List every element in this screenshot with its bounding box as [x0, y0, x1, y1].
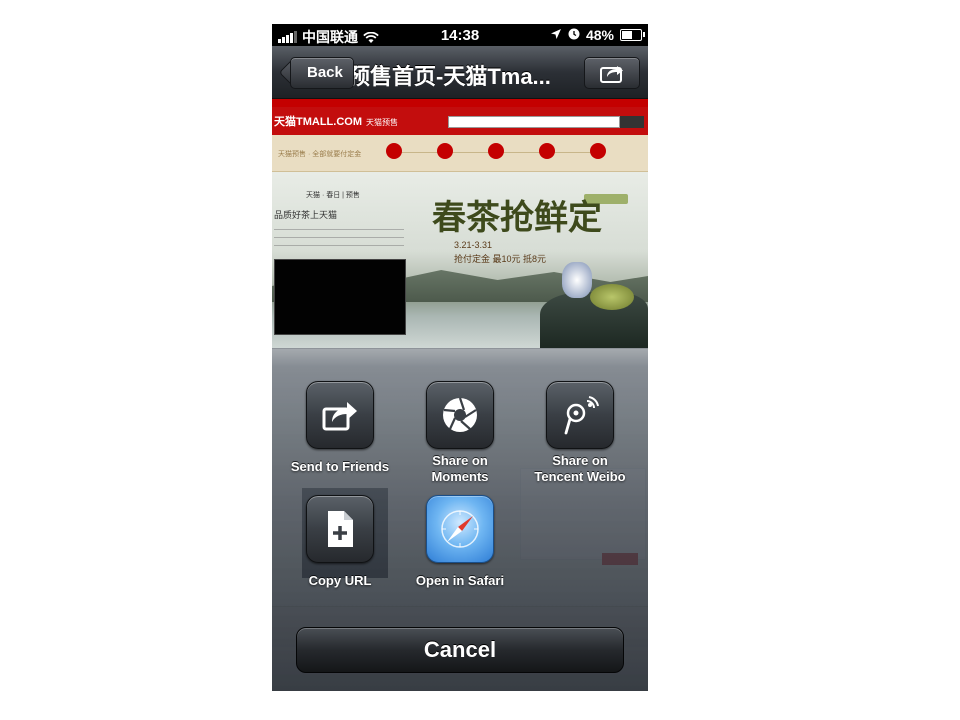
share-on-moments-action[interactable]: Share on Moments	[400, 381, 520, 485]
copy-url-tile[interactable]	[306, 495, 374, 563]
share-on-tencent-weibo-tile[interactable]	[546, 381, 614, 449]
promo-paragraph	[274, 224, 404, 252]
share-on-moments-tile[interactable]	[426, 381, 494, 449]
send-to-friends-label: Send to Friends	[290, 459, 390, 474]
share-on-tencent-weibo-action[interactable]: Share on Tencent Weibo	[520, 381, 640, 485]
send-to-friends-tile[interactable]	[306, 381, 374, 449]
tmall-logo: 天猫TMALL.COM 天猫预售	[274, 113, 398, 129]
banner-title: 春茶抢鲜定	[432, 198, 602, 238]
share-on-moments-label: Share on Moments	[431, 453, 489, 484]
promo-heading: 品质好茶上天猫	[274, 210, 338, 220]
navigation-bar: Back 预售首页-天猫Tma...	[272, 46, 648, 99]
step-dot	[539, 143, 555, 159]
webpage-header: 天猫TMALL.COM 天猫预售	[272, 107, 648, 135]
share-action-sheet: Send to Friends Share on Moments Share o…	[272, 348, 648, 691]
phone-screen: 中国联通 14:38 48% Back 预售首页-天猫Tma... 天猫TMAL…	[272, 24, 648, 691]
step-dot	[386, 143, 402, 159]
banner-tea-leaves	[590, 284, 634, 310]
battery-fill	[622, 31, 632, 39]
tmall-logo-sub: 天猫预售	[365, 118, 398, 127]
open-in-safari-label: Open in Safari	[415, 573, 505, 588]
share-icon	[600, 66, 623, 83]
page-title: 预售首页-天猫Tma...	[348, 64, 551, 89]
copy-url-icon	[328, 511, 353, 547]
copy-url-action[interactable]: Copy URL	[280, 495, 400, 589]
step-dot	[488, 143, 504, 159]
alarm-clock-icon	[568, 27, 580, 43]
tencent-weibo-icon	[564, 396, 599, 435]
banner-dates: 3.21-3.31	[454, 240, 493, 250]
tmall-logo-text: 天猫TMALL.COM	[274, 116, 362, 128]
share-on-tencent-weibo-label: Share on Tencent Weibo	[534, 453, 626, 484]
webpage-steps-bar: 天猫预售 · 全部就要付定金	[272, 135, 648, 172]
location-arrow-icon	[550, 27, 562, 43]
webpage-topbar	[272, 99, 648, 107]
send-to-friends-icon	[322, 402, 357, 431]
step-dot	[437, 143, 453, 159]
webpage-search-button[interactable]	[620, 116, 644, 128]
status-bar: 中国联通 14:38 48%	[272, 24, 648, 46]
steps-label: 天猫预售 · 全部就要付定金	[278, 151, 362, 158]
banner-offer: 抢付定金 最10元 抵8元	[454, 254, 547, 264]
share-button[interactable]	[584, 57, 640, 89]
battery-icon	[620, 29, 645, 41]
send-to-friends-action[interactable]: Send to Friends	[280, 381, 400, 475]
open-in-safari-tile[interactable]	[426, 495, 494, 563]
battery-percent: 48%	[585, 27, 614, 43]
back-button[interactable]: Back	[290, 57, 354, 89]
promo-head: 天猫 · 春日 | 预售	[306, 192, 360, 199]
open-in-safari-action[interactable]: Open in Safari	[400, 495, 520, 589]
banner-tea-jar	[562, 262, 592, 298]
webpage-search-input[interactable]	[448, 116, 620, 128]
moments-camera-aperture-icon	[443, 397, 477, 432]
cancel-button[interactable]: Cancel	[296, 627, 624, 673]
step-dot	[590, 143, 606, 159]
video-placeholder[interactable]	[274, 259, 406, 335]
copy-url-label: Copy URL	[308, 573, 372, 588]
safari-compass-icon	[441, 510, 479, 548]
